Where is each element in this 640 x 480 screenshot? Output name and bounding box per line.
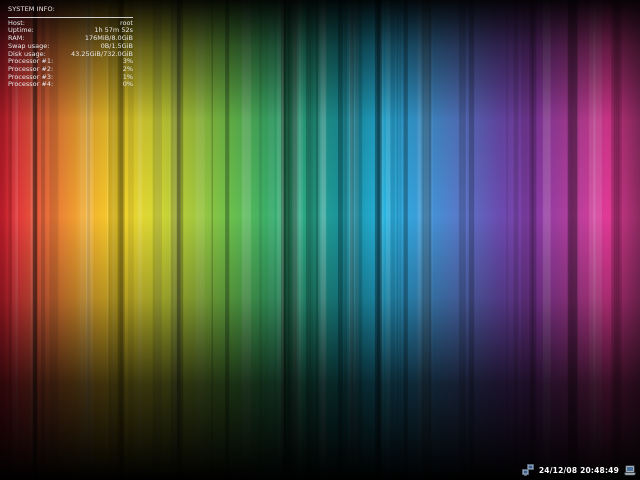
system-info-title: SYSTEM INFO: (8, 5, 133, 18)
network-icon[interactable] (521, 464, 534, 476)
system-tray: 24/12/08 20:48:49 (521, 463, 636, 477)
sysinfo-label: Processor #4: (8, 80, 54, 89)
laptop-icon[interactable] (624, 464, 636, 476)
clock[interactable]: 24/12/08 20:48:49 (539, 466, 619, 475)
desktop: SYSTEM INFO: Host: root Uptime: 1h 57m 5… (0, 0, 640, 480)
sysinfo-value: 0% (122, 80, 133, 89)
sysinfo-row-processor-4: Processor #4: 0% (8, 81, 133, 89)
system-info-panel: SYSTEM INFO: Host: root Uptime: 1h 57m 5… (8, 5, 133, 89)
